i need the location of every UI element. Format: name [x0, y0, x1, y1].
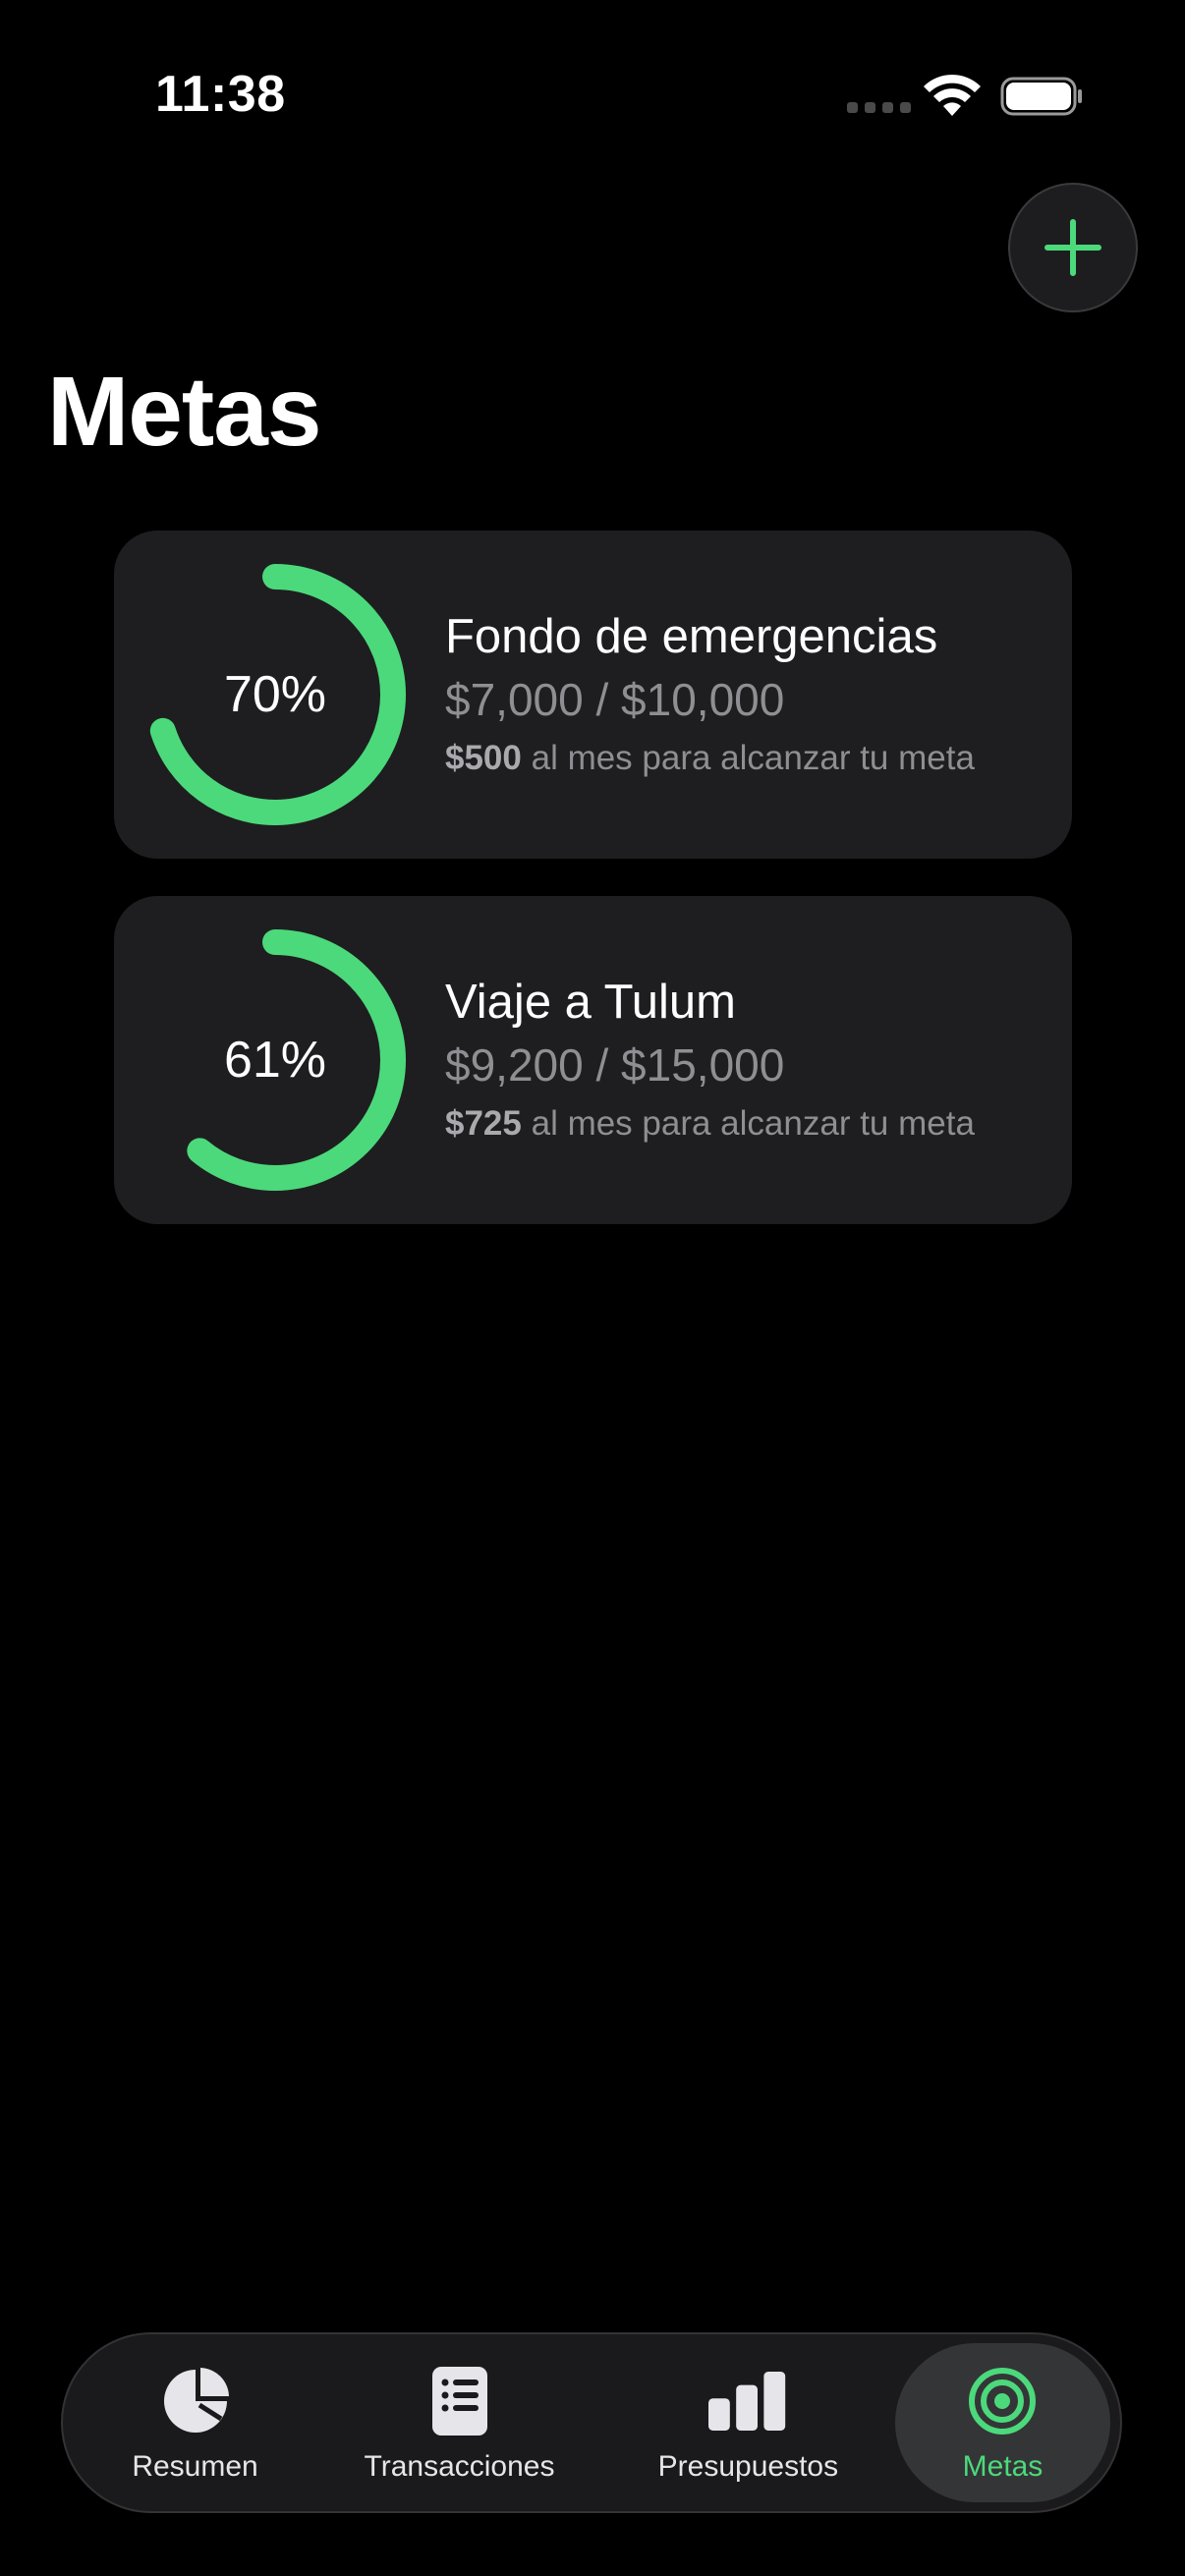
page-title: Metas: [47, 357, 321, 467]
goal-list: 70% Fondo de emergencias $7,000 / $10,00…: [114, 531, 1072, 1261]
status-bar: 11:38: [0, 0, 1185, 196]
tab-label: Metas: [962, 2450, 1044, 2483]
pie-chart-icon: [156, 2362, 235, 2440]
tab-bar: Resumen Transacciones Presupuestos Metas: [61, 2332, 1122, 2513]
bar-chart-icon: [708, 2362, 787, 2440]
list-icon: [421, 2362, 499, 2440]
goal-monthly-value: $725: [445, 1104, 522, 1143]
wifi-icon: [924, 74, 981, 116]
tab-label: Transacciones: [364, 2450, 555, 2483]
battery-icon: [1000, 77, 1082, 116]
goal-name: Fondo de emergencias: [445, 610, 938, 663]
tab-presupuestos[interactable]: Presupuestos: [601, 2343, 895, 2502]
tab-label: Resumen: [132, 2450, 258, 2483]
goal-monthly-value: $500: [445, 739, 522, 777]
tab-label: Presupuestos: [657, 2450, 839, 2483]
goal-amount: $7,000 / $10,000: [445, 674, 785, 725]
add-goal-button[interactable]: [1008, 183, 1138, 312]
goal-name: Viaje a Tulum: [445, 976, 736, 1029]
goal-monthly-text: al mes para alcanzar tu meta: [521, 1104, 975, 1143]
goal-percent: 61%: [223, 1032, 327, 1089]
cellular-signal-icon: [847, 102, 911, 113]
goal-card[interactable]: 70% Fondo de emergencias $7,000 / $10,00…: [114, 531, 1072, 859]
goal-monthly-contribution: $725 al mes para alcanzar tu meta: [445, 1102, 975, 1146]
goal-percent: 70%: [223, 666, 327, 723]
goal-info: Fondo de emergencias $7,000 / $10,000 $5…: [445, 607, 975, 780]
tab-transacciones[interactable]: Transacciones: [317, 2343, 601, 2502]
status-time: 11:38: [155, 66, 286, 123]
tab-resumen[interactable]: Resumen: [73, 2343, 317, 2502]
tab-metas[interactable]: Metas: [894, 2343, 1111, 2502]
goal-monthly-contribution: $500 al mes para alcanzar tu meta: [445, 737, 975, 780]
goal-card[interactable]: 61% Viaje a Tulum $9,200 / $15,000 $725 …: [114, 896, 1072, 1224]
goal-amount: $9,200 / $15,000: [445, 1039, 785, 1091]
goal-monthly-text: al mes para alcanzar tu meta: [521, 739, 975, 777]
plus-icon: [1044, 219, 1101, 276]
goal-info: Viaje a Tulum $9,200 / $15,000 $725 al m…: [445, 973, 975, 1146]
target-icon: [963, 2362, 1042, 2440]
